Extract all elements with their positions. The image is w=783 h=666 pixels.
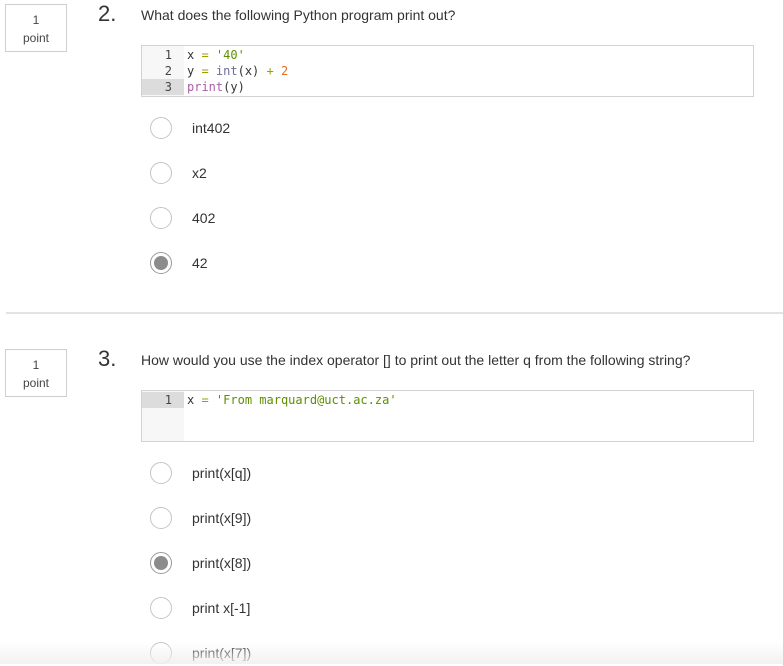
code-text: x = 'From marquard@uct.ac.za': [187, 392, 397, 408]
radio-button[interactable]: [150, 117, 172, 139]
question-3: 1 point 3. How would you use the index o…: [0, 345, 783, 664]
points-value: 1: [32, 13, 40, 27]
points-value: 1: [32, 358, 40, 372]
radio-button[interactable]: [150, 162, 172, 184]
radio-button[interactable]: [150, 207, 172, 229]
code-text: x = '40': [187, 47, 245, 63]
radio-button[interactable]: [150, 597, 172, 619]
code-token: 2: [280, 64, 289, 78]
option-label[interactable]: print x[-1]: [192, 599, 250, 617]
code-token: '40': [215, 48, 245, 62]
option-label[interactable]: 42: [192, 254, 208, 272]
option-label[interactable]: print(x[q]): [192, 464, 251, 482]
question-text: What does the following Python program p…: [141, 7, 456, 23]
code-editor[interactable]: 1 x = 'From marquard@uct.ac.za': [141, 390, 754, 442]
code-token: (x): [237, 64, 267, 78]
option-label[interactable]: int402: [192, 119, 230, 137]
code-token: int: [215, 64, 238, 78]
line-number: 2: [164, 64, 172, 78]
radio-button[interactable]: [150, 252, 172, 274]
question-divider: [6, 312, 783, 314]
code-text: print(y): [187, 79, 245, 95]
code-token: (y): [223, 80, 245, 94]
code-editor[interactable]: 1 x = '40' 2 y = int(x) + 2 3 print(y): [141, 45, 754, 97]
code-token: 'From marquard@uct.ac.za': [215, 393, 397, 407]
option-label[interactable]: print(x[9]): [192, 509, 251, 527]
radio-button[interactable]: [150, 642, 172, 664]
code-token: =: [194, 64, 216, 78]
code-text: y = int(x) + 2: [187, 63, 288, 79]
question-2: 1 point 2. What does the following Pytho…: [0, 0, 783, 312]
line-number: 1: [142, 392, 184, 408]
radio-button[interactable]: [150, 507, 172, 529]
code-token: =: [194, 393, 216, 407]
option-label[interactable]: print(x[8]): [192, 554, 251, 572]
question-text: How would you use the index operator [] …: [141, 352, 691, 368]
code-token: +: [266, 64, 281, 78]
radio-button[interactable]: [150, 462, 172, 484]
code-token: =: [194, 48, 216, 62]
question-number: 3.: [98, 346, 117, 371]
radio-button[interactable]: [150, 552, 172, 574]
option-label[interactable]: x2: [192, 164, 207, 182]
question-number: 2.: [98, 1, 117, 26]
option-label[interactable]: 402: [192, 209, 215, 227]
line-number: 3: [142, 79, 184, 95]
points-box: 1 point: [5, 4, 67, 52]
option-label[interactable]: print(x[7]): [192, 644, 251, 662]
points-label: point: [22, 376, 50, 390]
points-box: 1 point: [5, 349, 67, 397]
code-token: print: [187, 80, 224, 94]
line-number: 1: [164, 48, 172, 62]
points-label: point: [22, 31, 50, 45]
